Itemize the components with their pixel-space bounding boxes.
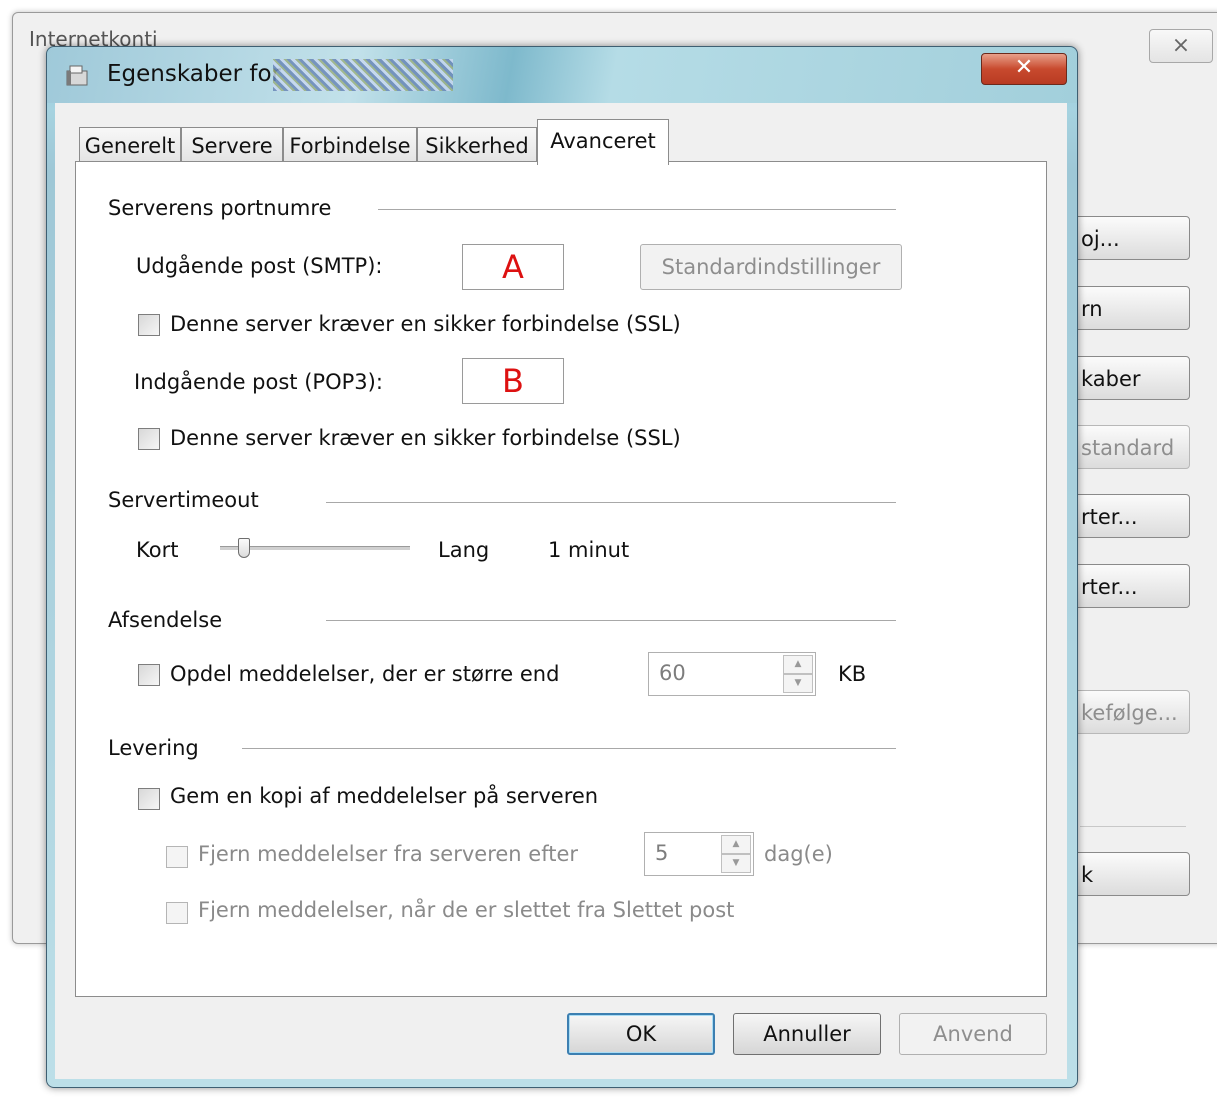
split-size-spinner[interactable]: 60 ▲ ▼: [648, 652, 816, 696]
timeout-slider-thumb[interactable]: [238, 538, 250, 558]
advanced-panel: Serverens portnumre Udgående post (SMTP)…: [75, 161, 1047, 997]
pop3-ssl-checkbox[interactable]: [138, 428, 160, 450]
split-size-value: 60: [659, 661, 686, 685]
pop3-port-input[interactable]: B: [462, 358, 564, 404]
remove-after-up-icon[interactable]: ▲: [721, 835, 751, 854]
ports-group-label: Serverens portnumre: [108, 196, 332, 220]
pop3-ssl-label: Denne server kræver en sikker forbindels…: [170, 426, 681, 450]
dialog-titlebar: Egenskaber for ✕: [47, 47, 1077, 103]
apply-button[interactable]: Anvend: [899, 1013, 1047, 1055]
keep-copy-checkbox[interactable]: [138, 788, 160, 810]
dialog-client-area: Generelt Servere Forbindelse Sikkerhed A…: [55, 103, 1067, 1079]
timeout-value: 1 minut: [548, 538, 630, 562]
remove-deleted-label: Fjern meddelelser, når de er slettet fra…: [198, 898, 735, 922]
background-separator: [1080, 826, 1186, 827]
dialog-title: Egenskaber for: [107, 61, 281, 87]
split-messages-label: Opdel meddelelser, der er større end: [170, 662, 560, 686]
cancel-button[interactable]: Annuller: [733, 1013, 881, 1055]
smtp-label: Udgående post (SMTP):: [136, 254, 383, 278]
split-size-arrows: ▲ ▼: [783, 655, 813, 693]
timeout-group-divider: [326, 502, 896, 503]
tab-servere[interactable]: Servere: [181, 127, 283, 165]
split-size-up-icon[interactable]: ▲: [783, 655, 813, 674]
smtp-ssl-label: Denne server kræver en sikker forbindels…: [170, 312, 681, 336]
tab-generelt[interactable]: Generelt: [79, 127, 181, 165]
delivery-group-label: Levering: [108, 736, 199, 760]
close-button[interactable]: ✕: [981, 53, 1067, 85]
split-size-unit: KB: [838, 662, 867, 686]
remove-after-arrows: ▲ ▼: [721, 835, 751, 873]
remove-after-value: 5: [655, 841, 669, 865]
pop3-label: Indgående post (POP3):: [134, 370, 383, 394]
account-icon: [66, 65, 88, 86]
tab-sikkerhed[interactable]: Sikkerhed: [417, 127, 537, 165]
remove-after-spinner[interactable]: 5 ▲ ▼: [644, 832, 754, 876]
sending-group-divider: [326, 620, 896, 621]
timeout-group-label: Servertimeout: [108, 488, 259, 512]
remove-deleted-checkbox[interactable]: [166, 902, 188, 924]
ports-group-divider: [378, 209, 896, 210]
properties-dialog: Egenskaber for ✕ Generelt Servere Forbin…: [46, 46, 1078, 1088]
sending-group-label: Afsendelse: [108, 608, 223, 632]
keep-copy-label: Gem en kopi af meddelelser på serveren: [170, 784, 599, 808]
timeout-long-label: Lang: [438, 538, 490, 562]
smtp-port-input[interactable]: A: [462, 244, 564, 290]
smtp-ssl-checkbox[interactable]: [138, 314, 160, 336]
remove-after-label: Fjern meddelelser fra serveren efter: [198, 842, 579, 866]
timeout-short-label: Kort: [136, 538, 179, 562]
ok-button[interactable]: OK: [567, 1013, 715, 1055]
remove-after-checkbox[interactable]: [166, 846, 188, 868]
redacted-account-name: [273, 59, 453, 91]
remove-after-unit: dag(e): [764, 842, 833, 866]
tab-forbindelse[interactable]: Forbindelse: [283, 127, 417, 165]
split-size-down-icon[interactable]: ▼: [783, 674, 813, 693]
remove-after-down-icon[interactable]: ▼: [721, 854, 751, 873]
timeout-slider[interactable]: [220, 534, 412, 564]
defaults-button[interactable]: Standardindstillinger: [640, 244, 902, 290]
split-messages-checkbox[interactable]: [138, 664, 160, 686]
delivery-group-divider: [242, 748, 896, 749]
tab-avanceret[interactable]: Avanceret: [537, 119, 669, 165]
background-close-button[interactable]: ⨯: [1149, 29, 1213, 63]
